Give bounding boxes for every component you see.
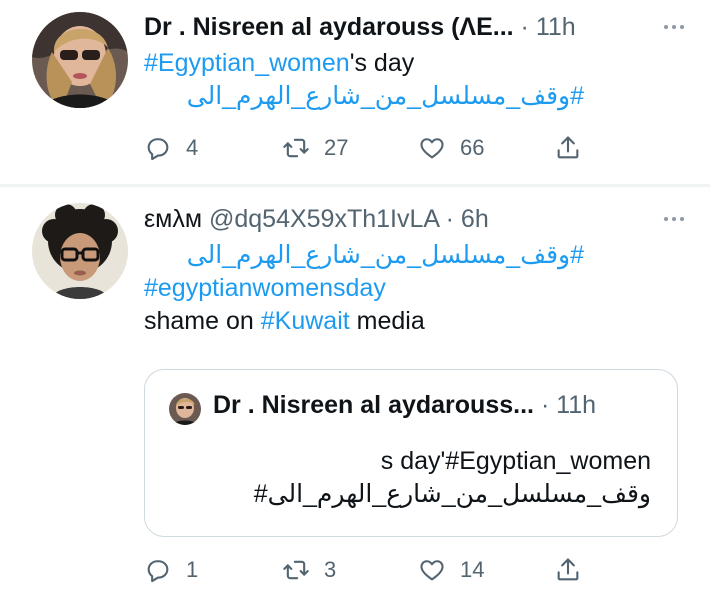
like-button[interactable]: 14	[418, 555, 484, 585]
hashtag-link[interactable]: #وقف_مسلسل_من_شارع_الهرم_الى	[187, 82, 584, 110]
reply-icon	[147, 560, 169, 583]
tweet-actions: 4 27 66	[144, 133, 604, 163]
retweet-icon	[283, 560, 309, 580]
tweet-text: #وقف_مسلسل_من_شارع_الهرم_الى #egyptianwo…	[144, 239, 682, 338]
separator-dot: ·	[520, 13, 529, 41]
tweet-text-fragment: media	[349, 307, 425, 335]
quoted-tweet[interactable]: Dr . Nisreen al aydarouss... · 11h s day…	[144, 369, 678, 537]
avatar[interactable]	[32, 12, 128, 108]
author-name[interactable]: Dr . Nisreen al aydarouss...	[213, 391, 534, 419]
more-options-icon[interactable]	[654, 207, 694, 231]
tweet-text-fragment: shame on	[144, 307, 261, 335]
retweet-count: 27	[324, 135, 349, 160]
reply-count: 1	[186, 557, 199, 582]
heart-icon	[420, 138, 444, 159]
like-count: 14	[460, 557, 485, 582]
more-options-icon[interactable]	[654, 15, 694, 39]
author-handle[interactable]: @dq54X59xTh1IvLA	[209, 205, 439, 233]
like-count: 66	[460, 135, 485, 160]
like-button[interactable]: 66	[418, 133, 484, 163]
tweet-text-fragment: 's day	[349, 49, 415, 77]
separator-dot: ·	[540, 391, 550, 419]
timestamp[interactable]: 6h	[461, 205, 489, 233]
retweet-button[interactable]: 3	[282, 555, 336, 585]
hashtag-link[interactable]: #Kuwait	[261, 307, 350, 335]
reply-button[interactable]: 1	[144, 555, 198, 585]
author-name[interactable]: εмλм	[144, 205, 202, 233]
share-button[interactable]	[554, 133, 582, 163]
tweet-2[interactable]: εмλм @dq54X59xTh1IvLA · 6h #وقف_مسلسل_من…	[0, 187, 710, 601]
timestamp[interactable]: 11h	[556, 391, 596, 419]
separator-dot: ·	[445, 205, 454, 233]
retweet-button[interactable]: 27	[282, 133, 348, 163]
share-icon	[557, 136, 579, 159]
share-button[interactable]	[554, 555, 582, 585]
avatar[interactable]	[32, 203, 128, 299]
reply-count: 4	[186, 135, 199, 160]
tweet-header: εмλм @dq54X59xTh1IvLA · 6h	[144, 204, 489, 234]
retweet-icon	[283, 138, 309, 158]
quoted-tweet-header: Dr . Nisreen al aydarouss... · 11h	[213, 390, 596, 420]
heart-icon	[420, 560, 444, 581]
tweet-1[interactable]: Dr . Nisreen al aydarouss (ΛΕ... · 11h #…	[0, 0, 710, 184]
timestamp[interactable]: 11h	[536, 13, 576, 41]
reply-icon	[147, 138, 169, 161]
hashtag-link[interactable]: #egyptianwomensday	[144, 274, 386, 302]
avatar[interactable]	[169, 393, 201, 425]
hashtag-link[interactable]: #Egyptian_women	[144, 49, 350, 77]
tweet-actions: 1 3 14	[144, 555, 604, 585]
share-icon	[557, 558, 579, 581]
reply-button[interactable]: 4	[144, 133, 198, 163]
quoted-tweet-text: s day'#Egyptian_women #وقف_مسلسل_من_شارع…	[254, 445, 651, 511]
author-name[interactable]: Dr . Nisreen al aydarouss (ΛΕ...	[144, 13, 514, 41]
hashtag-link[interactable]: #وقف_مسلسل_من_شارع_الهرم_الى	[187, 241, 584, 269]
quoted-tweet-line: s day'#Egyptian_women	[380, 447, 651, 475]
tweet-header: Dr . Nisreen al aydarouss (ΛΕ... · 11h	[144, 12, 576, 42]
retweet-count: 3	[324, 557, 337, 582]
quoted-tweet-line: #وقف_مسلسل_من_شارع_الهرم_الى	[253, 480, 651, 508]
tweet-text: #Egyptian_women's day #وقف_مسلسل_من_شارع…	[144, 47, 682, 113]
